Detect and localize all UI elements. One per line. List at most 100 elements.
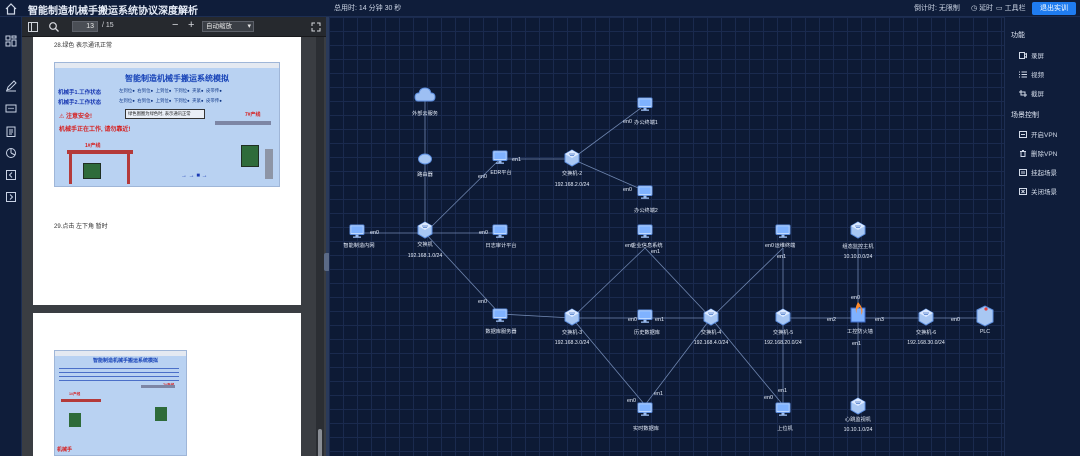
switch6-node[interactable]: 交换机-6 192.168.30.0/24 xyxy=(907,308,945,346)
hist-db-node[interactable]: 历史数据库 en0 en1 xyxy=(628,309,664,336)
r1-belt: 皮带传 xyxy=(206,88,220,93)
firewall-node[interactable]: 工控防火墙 en0 en2 en3 en1 xyxy=(827,295,884,347)
r2-right: 右到位 xyxy=(137,98,151,103)
r1-right: 右到位 xyxy=(137,88,151,93)
scada-node[interactable]: 组态监控主机 10.10.0.0/24 xyxy=(842,221,874,260)
ops-node[interactable]: 运维终端 en0 en1 xyxy=(765,224,795,260)
screenshot-button[interactable]: 截屏 xyxy=(1019,88,1044,98)
open-vpn-label: 开启VPN xyxy=(1031,132,1058,139)
robot2-cabinet-2 xyxy=(155,407,167,421)
expand-icon[interactable] xyxy=(311,22,321,32)
plc-node[interactable]: PLC en0 xyxy=(951,305,994,335)
close-scene-button[interactable]: 关闭场景 xyxy=(1019,186,1057,196)
upper-node[interactable]: 上位机 en1 en0 xyxy=(764,388,794,432)
hmi-icon xyxy=(850,397,866,415)
zoom-out-button[interactable]: − xyxy=(172,19,178,31)
switch1-icon xyxy=(417,221,433,239)
robot1-post xyxy=(69,154,72,184)
switch3-icon xyxy=(564,308,580,326)
countdown: 倒计时: 无限制 xyxy=(914,5,960,12)
edr-label: EDR平台 xyxy=(490,168,511,176)
topology-canvas[interactable]: 外部云服务 路由器 智能制造内网 en0 交换机 192.168.1.0/24 xyxy=(329,17,1004,456)
status-hint: 绿色图圈为绿色时, 表示通讯正常 xyxy=(125,109,205,119)
plc-label: PLC xyxy=(980,329,990,335)
scrollbar-thumb[interactable] xyxy=(318,429,322,456)
total-time: 总用时: 14 分钟 30 秒 xyxy=(334,5,402,12)
upper-label: 上位机 xyxy=(777,424,793,432)
enterprise-node[interactable]: 企业信息系统 en0 en1 xyxy=(625,224,663,255)
switch1-label: 交换机 xyxy=(417,240,433,248)
r2-left: 左到位 xyxy=(119,98,133,103)
home-icon[interactable] xyxy=(4,2,18,15)
hist-db-label: 历史数据库 xyxy=(634,328,660,336)
chat-icon[interactable] xyxy=(5,103,17,115)
toolbar-button[interactable]: ▭ 工具栏 xyxy=(996,3,1026,13)
switch4-icon xyxy=(703,308,719,326)
sidebar-toggle-icon[interactable] xyxy=(28,22,38,32)
clipboard-icon[interactable] xyxy=(5,125,17,137)
enterprise-label: 企业信息系统 xyxy=(631,241,662,249)
switch4-node[interactable]: 交换机-4 192.168.4.0/24 xyxy=(694,308,729,346)
screenshot-menubar-2 xyxy=(55,351,186,356)
top-bar: 智能制造机械手搬运系统协议深度解析 总用时: 14 分钟 30 秒 倒计时: 无… xyxy=(0,0,1080,17)
upper-icon xyxy=(775,402,791,417)
link-switch1-edr xyxy=(424,158,501,234)
scada-label: 组态监控主机 xyxy=(842,242,874,250)
db-server-node[interactable]: 数据库服务器 en0 xyxy=(478,299,517,335)
record-button[interactable]: 录屏 xyxy=(1019,50,1044,60)
edit-icon[interactable] xyxy=(5,80,17,92)
robot2-cabinet xyxy=(241,145,259,167)
port-fw-bottom: en1 xyxy=(852,341,861,347)
router-icon xyxy=(418,153,432,165)
screenshot-title: 智能制造机械手搬运系统模拟 xyxy=(125,74,229,83)
port-ent-a: en0 xyxy=(625,243,634,249)
exit-icon[interactable] xyxy=(5,191,17,203)
delay-button[interactable]: ◷ 延时 xyxy=(971,3,993,13)
search-icon[interactable] xyxy=(48,21,60,33)
r2-down: 下到位 xyxy=(173,98,188,103)
office2-node[interactable]: 办公终端2 en0 xyxy=(623,185,658,214)
office1-label: 办公终端1 xyxy=(634,118,658,126)
exit-button[interactable]: 退出实训 xyxy=(1032,2,1076,15)
video-button[interactable]: 视频 xyxy=(1019,69,1044,79)
office2-label: 办公终端2 xyxy=(634,206,658,214)
log-audit-node[interactable]: 日志审计平台 en0 xyxy=(479,224,517,249)
page-total: / 15 xyxy=(102,22,114,29)
port-fw-left: en2 xyxy=(827,317,836,323)
log-audit-icon xyxy=(492,224,508,239)
open-vpn-button[interactable]: 开启VPN xyxy=(1019,129,1057,139)
line2-label: 7#产线 xyxy=(245,112,261,118)
mfg-net-node[interactable]: 智能制造内网 en0 xyxy=(343,224,379,249)
viewer-scrollbar[interactable] xyxy=(316,37,324,456)
cloud-label: 外部云服务 xyxy=(412,109,438,117)
robot1-status: 机械手1.工作状态 xyxy=(58,90,102,96)
robot2-status: 机械手2.工作状态 xyxy=(58,100,102,106)
left-rail xyxy=(0,17,22,456)
right-panel: 功能 录屏 视频 截屏 场景控制 开启VPN 删除VPN 挂起场景 关闭场景 xyxy=(1004,17,1080,456)
office1-node[interactable]: 办公终端1 en0 xyxy=(623,97,658,126)
zoom-in-button[interactable]: + xyxy=(188,19,194,31)
grid-icon[interactable] xyxy=(5,35,17,47)
zoom-select[interactable]: 自动缩放 xyxy=(202,21,254,32)
hmi-node[interactable]: 心跳监视机 10.10.1.0/24 xyxy=(844,397,873,433)
page-number-input[interactable]: 13 xyxy=(72,21,98,32)
pdf-page-14: 智能制造机械手搬运系统模拟 1#产线 7#产线 机械手 xyxy=(33,313,301,456)
port-ops-b: en1 xyxy=(777,254,786,260)
switch2-node[interactable]: 交换机-2 192.168.2.0/24 xyxy=(555,149,590,188)
pause-icon xyxy=(1019,168,1027,176)
switch3-node[interactable]: 交换机-3 192.168.3.0/24 xyxy=(555,308,590,346)
mfg-net-icon xyxy=(349,224,365,239)
list-icon xyxy=(1019,71,1027,77)
switch1-node[interactable]: 交换机 192.168.1.0/24 xyxy=(408,221,443,259)
delete-vpn-button[interactable]: 删除VPN xyxy=(1019,148,1057,158)
chart-icon[interactable] xyxy=(5,147,17,159)
back-icon[interactable] xyxy=(5,169,17,181)
status-rows-2 xyxy=(59,365,179,381)
db-server-label: 数据库服务器 xyxy=(485,327,517,335)
suspend-scene-button[interactable]: 挂起场景 xyxy=(1019,167,1057,177)
toolbar-label: 工具栏 xyxy=(1004,5,1026,12)
scene-title: 场景控制 xyxy=(1011,112,1039,119)
realtime-db-node[interactable]: 实时数据库 en0 en1 xyxy=(627,391,663,432)
edr-node[interactable]: EDR平台 en0 en1 xyxy=(478,150,521,180)
port-hist-b: en1 xyxy=(655,317,664,323)
